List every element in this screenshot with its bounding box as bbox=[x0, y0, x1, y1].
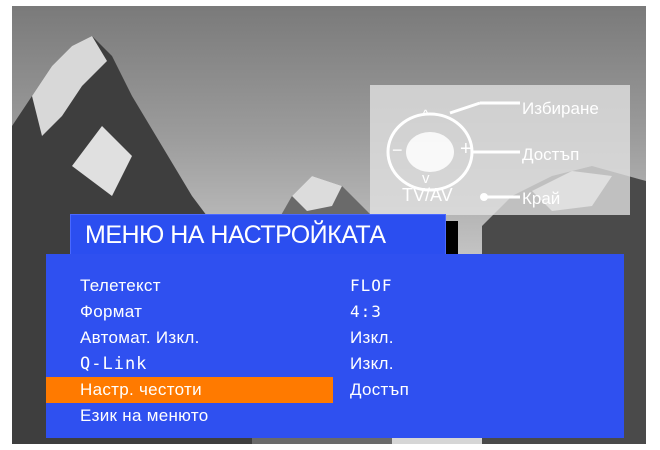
menu-item-label: Q-Link bbox=[80, 354, 148, 374]
settings-menu: Телетекст FLOF Формат 4:3 Автомат. Изкл.… bbox=[46, 254, 624, 438]
key-guide-panel: ^ v − + TV/AV Избиране Достъп Край bbox=[370, 85, 630, 215]
menu-item-format[interactable]: Формат 4:3 bbox=[46, 299, 624, 325]
menu-item-q-link[interactable]: Q-Link Изкл. bbox=[46, 351, 624, 377]
menu-title: МЕНЮ НА НАСТРОЙКАТА bbox=[85, 221, 386, 249]
exit-label: Край bbox=[522, 189, 561, 208]
tv-av-label: TV/AV bbox=[402, 185, 453, 205]
access-label: Достъп bbox=[522, 145, 580, 164]
menu-item-label: Формат bbox=[80, 302, 143, 321]
minus-icon: − bbox=[392, 140, 403, 160]
menu-item-channel-tuning[interactable]: Настр. честоти Достъп bbox=[46, 377, 624, 403]
menu-item-value: 4:3 bbox=[350, 302, 382, 321]
plus-icon: + bbox=[460, 138, 472, 160]
menu-item-label: Език на менюто bbox=[80, 406, 209, 425]
menu-item-label: Автомат. Изкл. bbox=[80, 328, 200, 347]
menu-item-auto-off[interactable]: Автомат. Изкл. Изкл. bbox=[46, 325, 624, 351]
up-arrow-icon: ^ bbox=[422, 107, 430, 124]
menu-item-teletext[interactable]: Телетекст FLOF bbox=[46, 273, 624, 299]
menu-item-value: Изкл. bbox=[350, 354, 394, 373]
menu-item-label: Телетекст bbox=[80, 276, 161, 295]
menu-item-label: Настр. честоти bbox=[80, 380, 202, 399]
menu-item-value: Изкл. bbox=[350, 328, 394, 347]
menu-item-value: FLOF bbox=[350, 276, 393, 295]
menu-item-menu-language[interactable]: Език на менюто bbox=[46, 403, 624, 429]
menu-item-value: Достъп bbox=[350, 380, 410, 399]
menu-title-tab: МЕНЮ НА НАСТРОЙКАТА bbox=[70, 214, 446, 258]
select-label: Избиране bbox=[522, 99, 599, 118]
